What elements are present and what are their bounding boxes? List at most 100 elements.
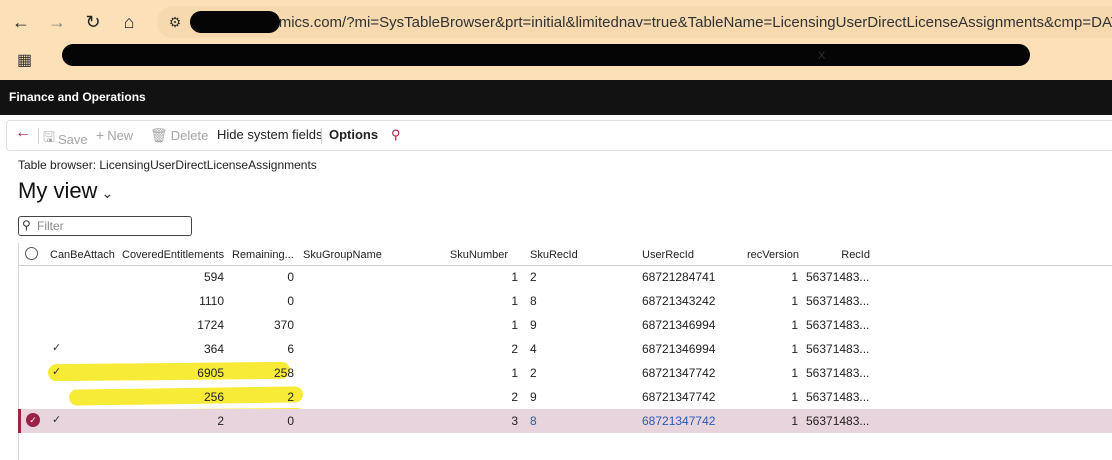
cell-recid: 56371483...: [806, 342, 870, 356]
toolbar-divider: [38, 128, 39, 144]
col-header-skunumber[interactable]: SkuNumber: [439, 249, 508, 261]
toolbar-divider: [321, 128, 322, 144]
app-title-bar: Finance and Operations: [0, 80, 1112, 115]
cell-recversion: 1: [791, 366, 798, 380]
action-toolbar: ← 🖫 Save + New 🗑 Delete Hide system fiel…: [6, 120, 1112, 151]
cell-covered: 6905: [197, 366, 224, 380]
chevron-down-icon: ⌄: [101, 184, 114, 201]
view-selector[interactable]: My view ⌄: [18, 178, 113, 204]
col-header-remaining[interactable]: Remaining...: [232, 249, 294, 261]
hide-system-fields-button[interactable]: Hide system fields: [217, 127, 322, 142]
cell-recversion: 1: [791, 294, 798, 308]
cell-userrecid: 68721343242: [642, 294, 716, 308]
save-button[interactable]: 🖫 Save: [43, 127, 88, 151]
cell-recid: 56371483...: [806, 270, 870, 284]
cell-recversion: 1: [791, 414, 798, 428]
select-all-radio[interactable]: [25, 247, 38, 260]
col-header-canbeattach[interactable]: CanBeAttach: [50, 249, 115, 261]
col-header-recversion[interactable]: recVersion: [734, 249, 799, 261]
home-icon[interactable]: ⌂: [117, 10, 141, 34]
redaction-mark-bookmarks: [62, 44, 1030, 66]
cell-covered: 2: [217, 414, 224, 428]
cell-skurecid: 2: [530, 366, 537, 380]
options-button[interactable]: Options: [329, 127, 378, 142]
col-header-recid[interactable]: RecId: [819, 249, 870, 261]
url-text: rations.dynamics.com/?mi=SysTableBrowser…: [197, 14, 1112, 31]
search-icon: ⚲: [22, 218, 31, 232]
table-row[interactable]: 1110 0 1 8 68721343242 1 56371483...: [19, 289, 1112, 313]
app-title: Finance and Operations: [9, 90, 146, 104]
cell-skurecid: 9: [530, 318, 537, 332]
cell-remaining: 0: [287, 270, 294, 284]
filter-input[interactable]: [37, 218, 185, 233]
cell-recversion: 1: [791, 270, 798, 284]
address-bar[interactable]: ⚙ rations.dynamics.com/?mi=SysTableBrows…: [157, 6, 1112, 38]
cell-covered: 364: [203, 342, 224, 356]
cell-skunumber: 2: [511, 390, 518, 404]
cell-userrecid: 68721347742: [642, 366, 716, 380]
cell-recversion: 1: [791, 342, 798, 356]
cell-userrecid: 68721284741: [642, 270, 716, 284]
site-settings-icon[interactable]: ⚙: [165, 12, 185, 32]
filter-box: ⚲: [18, 216, 192, 236]
cell-recversion: 1: [791, 390, 798, 404]
col-header-coveredentitlements[interactable]: CoveredEntitlements: [122, 249, 224, 261]
back-arrow-icon[interactable]: ←: [9, 10, 33, 34]
trash-icon: 🗑: [150, 127, 168, 143]
bookmark-close-x[interactable]: X: [818, 50, 825, 62]
reload-icon[interactable]: ↻: [81, 10, 105, 34]
row-selected-check-icon[interactable]: ✓: [26, 413, 40, 427]
cell-recid: 56371483...: [806, 390, 870, 404]
cell-skurecid: 4: [530, 342, 537, 356]
col-header-userrecid[interactable]: UserRecId: [642, 249, 694, 261]
new-button[interactable]: + New: [96, 127, 133, 143]
cell-userrecid: 68721346994: [642, 318, 716, 332]
table-row[interactable]: 1724 370 1 9 68721346994 1 56371483...: [19, 313, 1112, 337]
cell-skunumber: 1: [511, 294, 518, 308]
col-header-skurecid[interactable]: SkuRecId: [530, 249, 578, 261]
cell-skurecid: 9: [530, 390, 537, 404]
search-icon[interactable]: ⚲: [391, 127, 401, 143]
cell-skunumber: 1: [511, 318, 518, 332]
cell-remaining: 370: [273, 318, 294, 332]
cell-recversion: 1: [791, 318, 798, 332]
browser-chrome: ← → ↻ ⌂ ⚙ rations.dynamics.com/?mi=SysTa…: [0, 0, 1112, 80]
cell-recid: 56371483...: [806, 294, 870, 308]
table-row[interactable]: ✓ 6905 258 1 2 68721347742 1 56371483...: [19, 361, 1112, 385]
cell-remaining: 6: [287, 342, 294, 356]
cell-skunumber: 1: [511, 270, 518, 284]
cell-skurecid-link[interactable]: 8: [530, 414, 537, 428]
cell-userrecid: 68721346994: [642, 342, 716, 356]
canbeattach-check-icon: ✓: [52, 366, 62, 378]
cell-recid: 56371483...: [806, 318, 870, 332]
canbeattach-check-icon: ✓: [52, 414, 62, 426]
table-row[interactable]: ✓ 364 6 2 4 68721346994 1 56371483...: [19, 337, 1112, 361]
cell-recid: 56371483...: [806, 366, 870, 380]
cell-remaining: 258: [273, 366, 294, 380]
page-title: My view: [18, 178, 98, 203]
forward-arrow-icon[interactable]: →: [45, 10, 69, 34]
cell-skunumber: 3: [511, 414, 518, 428]
cell-skunumber: 2: [511, 342, 518, 356]
cell-remaining: 0: [287, 294, 294, 308]
cell-covered: 594: [203, 270, 224, 284]
breadcrumb: Table browser: LicensingUserDirectLicens…: [18, 158, 317, 172]
cell-covered: 1724: [197, 318, 224, 332]
table-row-selected[interactable]: ✓ ✓ 2 0 3 8 68721347742 1 56371483...: [18, 409, 1112, 433]
cell-userrecid: 68721347742: [642, 390, 716, 404]
plus-icon: +: [96, 127, 105, 143]
cell-userrecid-link[interactable]: 68721347742: [642, 414, 715, 428]
cell-remaining: 0: [287, 414, 294, 428]
delete-button[interactable]: 🗑 Delete: [150, 127, 208, 144]
col-header-skugroupname[interactable]: SkuGroupName: [303, 249, 382, 261]
back-icon[interactable]: ←: [15, 124, 31, 142]
apps-grid-icon[interactable]: ▦: [17, 50, 32, 70]
cell-skurecid: 2: [530, 270, 537, 284]
data-grid: CanBeAttach CoveredEntitlements Remainin…: [18, 243, 1112, 460]
cell-recid: 56371483...: [806, 414, 870, 428]
table-row[interactable]: 594 0 1 2 68721284741 1 56371483...: [19, 265, 1112, 289]
save-icon: 🖫: [43, 129, 55, 145]
cell-skunumber: 1: [511, 366, 518, 380]
table-row[interactable]: 256 2 2 9 68721347742 1 56371483...: [19, 385, 1112, 409]
canbeattach-check-icon: ✓: [52, 342, 62, 354]
